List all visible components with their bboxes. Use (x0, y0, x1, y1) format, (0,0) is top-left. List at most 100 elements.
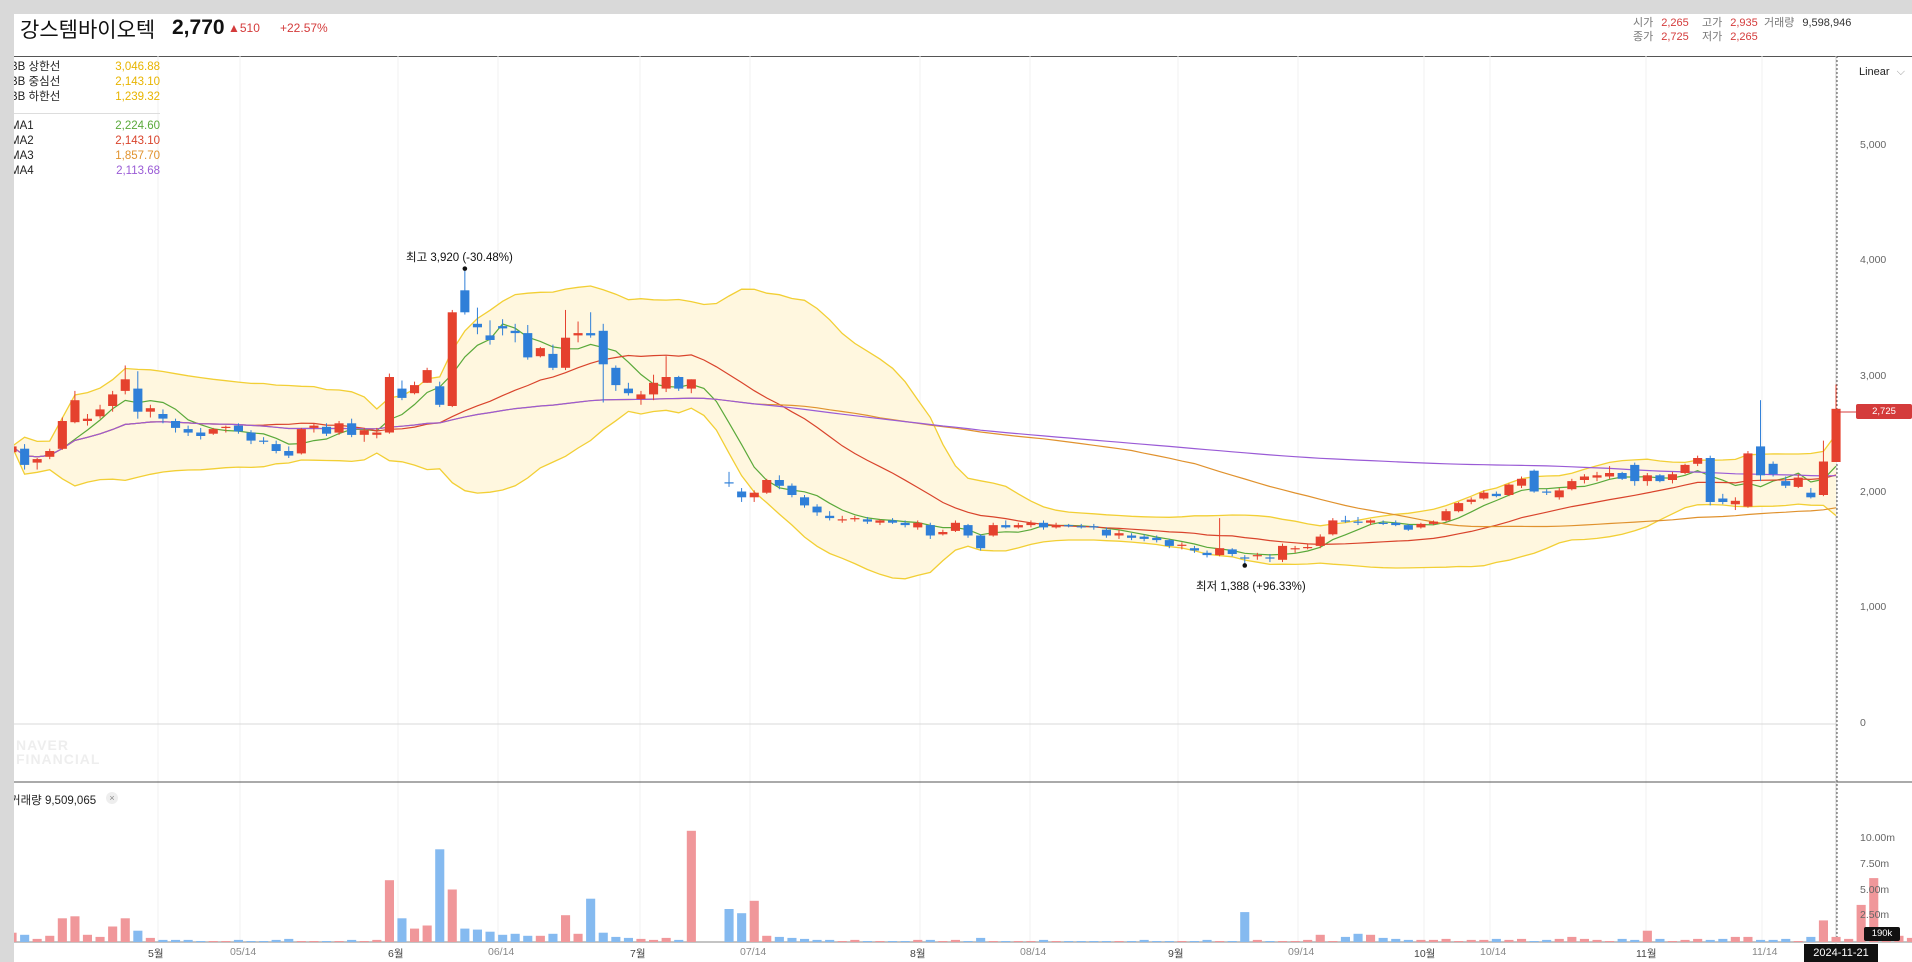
candle-body (45, 451, 55, 457)
candle (1743, 451, 1753, 508)
candle (1756, 400, 1766, 482)
candle-body (1579, 476, 1589, 480)
candle-body (397, 388, 407, 398)
volume-bar (724, 909, 734, 942)
volume-bar (1592, 939, 1602, 942)
candle-body (1391, 522, 1401, 526)
candle-body (284, 451, 294, 456)
volume-bar (535, 935, 545, 942)
candle-body (171, 421, 181, 428)
volume-bar (485, 931, 495, 942)
volume-bar (1202, 939, 1212, 942)
candle-body (1554, 490, 1564, 498)
volume-bar (1491, 938, 1501, 942)
candle-body (1630, 464, 1640, 482)
volume-legend-value: 9,509,065 (44, 795, 97, 807)
candle (737, 488, 747, 502)
candle-body (913, 522, 923, 528)
legend-bb-2: BB 중심선 2,143.10 (14, 75, 160, 90)
candle-body (1076, 526, 1086, 528)
candle-body (787, 485, 797, 495)
candle-body (862, 519, 872, 522)
chevron-down-icon: ⌵ (1896, 66, 1905, 78)
candle-body (1756, 446, 1766, 476)
candle-body (1215, 548, 1225, 556)
volume-bar (636, 938, 646, 942)
volume-bar (322, 941, 332, 942)
naver-financial-logo: NAVER FINANCIAL (16, 738, 100, 766)
candle (57, 417, 67, 450)
candle-body (510, 330, 520, 334)
volume-bar (472, 929, 482, 942)
candle-body (1227, 549, 1237, 554)
candle-body (133, 388, 143, 412)
volume-bar (1265, 941, 1275, 942)
chart-window: 강스템바이오텍 2,770 ▲510 +22.57% 시가 2,265 고가 2,9… (14, 14, 1912, 962)
candle-body (1743, 453, 1753, 507)
volume-bar (611, 936, 621, 942)
candle (460, 270, 470, 315)
candle-body (271, 444, 281, 451)
volume-bar (372, 939, 382, 942)
legend-label: BB 중심선 (14, 76, 61, 88)
volume-bar (1718, 938, 1728, 942)
volume-bar (837, 941, 847, 942)
candle-body (1340, 520, 1350, 522)
candle-body (988, 525, 998, 536)
candle-body (334, 423, 344, 433)
volume-bar (561, 915, 571, 942)
close-icon[interactable]: × (106, 792, 118, 804)
volume-bar (1227, 941, 1237, 942)
current-price-tag: 2,725 (1856, 404, 1912, 419)
volume-bar (1353, 933, 1363, 942)
price-tick-label: 2,000 (1860, 485, 1887, 498)
high-annotation: 최고 3,920 (-30.48%) (406, 252, 513, 264)
candle-body (573, 333, 583, 336)
candle-body (1278, 545, 1288, 560)
date-tick-label: 8월 (910, 948, 926, 960)
candle-body (586, 333, 596, 336)
legend-ma-4: MA4 2,113.68 (14, 164, 160, 179)
candle-body (183, 429, 193, 433)
volume-bar (1529, 941, 1539, 942)
candle-body (1139, 536, 1149, 539)
candle-body (1039, 522, 1049, 528)
price-tick-label: 4,000 (1860, 254, 1887, 267)
candle-body (611, 367, 621, 386)
volume-bar (1089, 941, 1099, 942)
candle (1655, 474, 1665, 483)
candle-body (485, 335, 495, 340)
candle-body (1001, 525, 1011, 528)
legend-ma-3: MA3 1,857.70 (14, 149, 160, 164)
candle (410, 381, 420, 395)
volume-bar (862, 941, 872, 942)
volume-bar (1567, 936, 1577, 942)
current-volume-tag: 190k (1864, 927, 1900, 941)
volume-bar (1768, 939, 1778, 942)
volume-bar (1252, 939, 1262, 942)
volume-bar (158, 939, 168, 942)
volume-bar (1479, 939, 1489, 942)
volume-bar (1177, 941, 1187, 942)
candle-body (1655, 475, 1665, 482)
candle-body (598, 330, 608, 365)
volume-tick-label: 5.00m (1860, 883, 1890, 896)
volume-bar (963, 941, 973, 942)
price-chart[interactable] (14, 14, 1912, 962)
candle-body (1768, 463, 1778, 475)
volume-bar (825, 939, 835, 942)
candle-body (649, 382, 659, 395)
volume-bar (410, 928, 420, 942)
scale-dropdown[interactable]: Linear ⌵ (1859, 66, 1905, 79)
volume-bar (1844, 938, 1854, 942)
candle-body (1428, 521, 1438, 524)
volume-bar (1617, 938, 1627, 942)
date-tick-label: 09/14 (1288, 946, 1315, 958)
candle-body (233, 425, 243, 432)
candle-body (737, 491, 747, 498)
legend-label: BB 하한선 (14, 91, 61, 103)
candle-body (561, 337, 571, 368)
volume-bar (1026, 941, 1036, 942)
volume-bar (1504, 939, 1514, 942)
volume-bar (1303, 939, 1313, 942)
